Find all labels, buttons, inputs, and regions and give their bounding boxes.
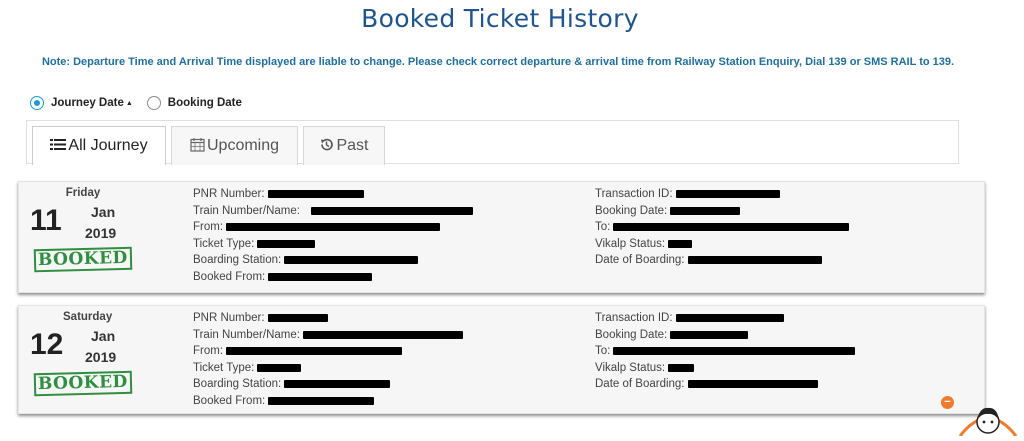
from-row: From: <box>193 219 473 236</box>
redacted-value <box>613 347 856 356</box>
journey-month: Jan <box>91 204 116 220</box>
booking-date-row: Booking Date: <box>595 327 855 344</box>
journey-tabs: All Journey Upcoming Past <box>26 120 959 165</box>
redacted-value <box>670 206 741 215</box>
history-icon <box>319 137 334 156</box>
from-row: From: <box>193 343 463 360</box>
journey-month: Jan <box>91 328 116 344</box>
transaction-id-row: Transaction ID: <box>595 310 855 327</box>
booked-status-stamp: BOOKED <box>33 246 133 273</box>
tab-all-journey[interactable]: All Journey <box>32 126 166 165</box>
booking-date-label: Booking Date <box>167 97 242 109</box>
vikalp-status-row: Vikalp Status: <box>595 360 855 377</box>
journey-date-radio[interactable] <box>30 96 44 110</box>
journey-weekday: Friday <box>65 187 101 199</box>
train-number-name-row: Train Number/Name: <box>193 327 463 344</box>
tab-all-journey-label: All Journey <box>68 137 148 154</box>
train-number-name-row: Train Number/Name: <box>193 203 473 220</box>
calendar-icon <box>190 137 205 156</box>
redacted-value <box>257 363 302 372</box>
ticket-card[interactable]: Friday 11 Jan 2019 BOOKED PNR Number: Tr… <box>18 181 985 293</box>
redacted-value <box>268 272 373 281</box>
redacted-value <box>687 256 822 265</box>
redacted-value <box>668 363 695 372</box>
tab-upcoming[interactable]: Upcoming <box>171 126 298 165</box>
redacted-value <box>284 380 391 389</box>
booked-status-stamp: BOOKED <box>33 370 133 397</box>
ticket-details-right: Transaction ID: Booking Date: To: Vikalp… <box>595 310 856 393</box>
boarding-station-row: Boarding Station: <box>193 376 463 393</box>
ticket-type-row: Ticket Type: <box>193 236 473 253</box>
redacted-value <box>670 330 749 339</box>
ticket-card[interactable]: Saturday 12 Jan 2019 BOOKED PNR Number: … <box>18 305 985 414</box>
sort-ascending-icon: ▲ <box>125 99 133 107</box>
redacted-value <box>257 239 316 248</box>
journey-weekday: Saturday <box>63 311 113 323</box>
redacted-value <box>310 206 473 215</box>
collapse-notification-button[interactable]: − <box>941 396 954 409</box>
pnr-number-row: PNR Number: <box>193 186 473 203</box>
sort-booking-date-option[interactable]: Booking Date <box>146 96 242 110</box>
pnr-number-row: PNR Number: <box>193 310 463 327</box>
journey-day: 11 <box>30 204 62 237</box>
date-of-boarding-row: Date of Boarding: <box>595 376 855 393</box>
tab-upcoming-label: Upcoming <box>206 137 280 154</box>
sort-options: Journey Date ▲ Booking Date <box>30 96 256 110</box>
booked-from-row: Booked From: <box>193 269 473 286</box>
redacted-value <box>675 314 784 323</box>
ticket-details-left: PNR Number: Train Number/Name: From: Tic… <box>193 186 473 285</box>
journey-date-box: Saturday 12 Jan 2019 BOOKED <box>19 306 179 413</box>
redacted-value <box>267 190 364 199</box>
redacted-value <box>226 223 441 232</box>
redacted-value <box>687 380 818 389</box>
redacted-value <box>302 330 463 339</box>
redacted-value <box>284 256 419 265</box>
redacted-value <box>226 347 403 356</box>
boarding-station-row: Boarding Station: <box>193 252 473 269</box>
redacted-value <box>613 223 850 232</box>
booking-date-radio[interactable] <box>146 96 161 110</box>
vikalp-status-row: Vikalp Status: <box>595 236 849 253</box>
journey-year: 2019 <box>85 225 117 241</box>
date-of-boarding-row: Date of Boarding: <box>595 252 849 269</box>
to-row: To: <box>595 343 856 360</box>
booked-from-row: Booked From: <box>193 393 463 410</box>
tab-past-label: Past <box>336 137 369 154</box>
sort-journey-date-option[interactable]: Journey Date ▲ <box>30 96 133 110</box>
tab-past[interactable]: Past <box>303 126 385 165</box>
redacted-value <box>675 190 780 199</box>
journey-date-box: Friday 11 Jan 2019 BOOKED <box>19 182 179 292</box>
page-title: Booked Ticket History <box>361 4 639 33</box>
redacted-value <box>267 314 328 323</box>
journey-year: 2019 <box>85 349 117 365</box>
to-row: To: <box>595 219 850 236</box>
transaction-id-row: Transaction ID: <box>595 186 849 203</box>
booking-date-row: Booking Date: <box>595 203 849 220</box>
ticket-details-left: PNR Number: Train Number/Name: From: Tic… <box>193 310 463 409</box>
assistant-avatar-icon[interactable] <box>958 396 1018 437</box>
journey-date-label: Journey Date <box>51 97 124 109</box>
ticket-details-right: Transaction ID: Booking Date: To: Vikalp… <box>595 186 850 269</box>
redacted-value <box>268 396 375 405</box>
departure-time-note: Note: Departure Time and Arrival Time di… <box>41 56 955 68</box>
journey-day: 12 <box>30 328 64 361</box>
redacted-value <box>668 239 693 248</box>
list-icon <box>50 138 67 155</box>
ticket-type-row: Ticket Type: <box>193 360 463 377</box>
